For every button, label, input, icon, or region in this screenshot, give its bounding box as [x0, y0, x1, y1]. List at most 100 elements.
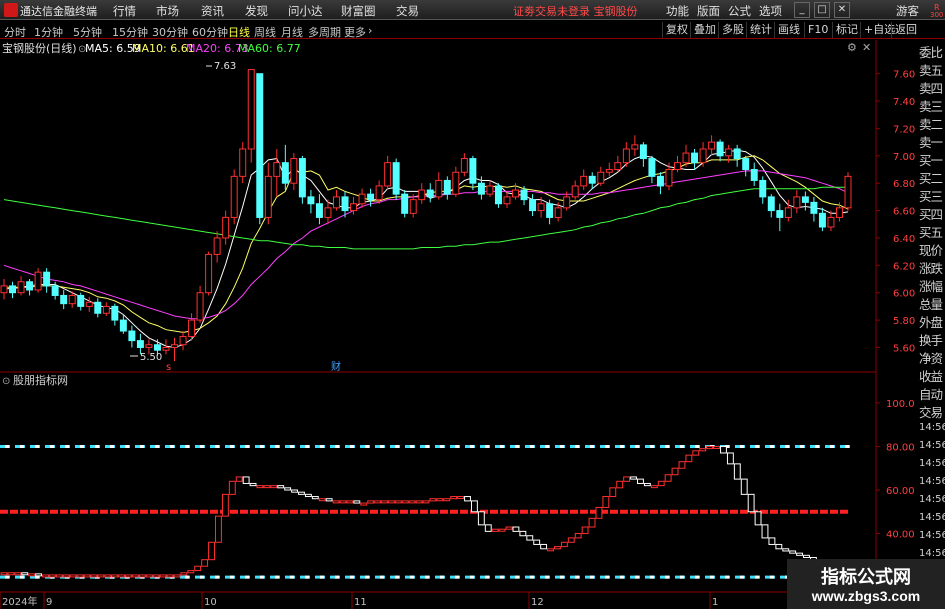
- stock-name[interactable]: 宝钢股份(日线): [2, 41, 77, 55]
- sidebar-item[interactable]: 自动: [919, 384, 943, 403]
- sidebar-item[interactable]: 净资: [919, 348, 943, 367]
- price-tick-label: 7.40: [893, 97, 915, 108]
- indicator-step: [381, 500, 388, 504]
- back-button[interactable]: 返回: [891, 22, 920, 38]
- sidebar-item[interactable]: 卖二: [919, 114, 943, 133]
- period-daily[interactable]: 日线: [228, 24, 250, 40]
- indicator-tick-label: 80.00: [886, 442, 915, 453]
- duogu-button[interactable]: 多股: [718, 22, 747, 38]
- menu-wenxiaoda[interactable]: 问小达: [288, 3, 323, 19]
- candle-body-down: [759, 179, 767, 198]
- title-bar: 通达信金融终端 行情 市场 资讯 发现 问小达 财富圈 交易 证劵交易未登录 宝…: [0, 0, 945, 20]
- huaxian-button[interactable]: 画线: [774, 22, 803, 38]
- minimize-button[interactable]: _: [794, 2, 810, 18]
- menu-hangqing[interactable]: 行情: [113, 3, 136, 19]
- f10-button[interactable]: F10: [804, 22, 831, 38]
- sidebar-300-label: 300: [930, 11, 944, 19]
- indicator-dropdown-icon[interactable]: ⊙: [2, 376, 10, 387]
- period-fenshi[interactable]: 分时: [4, 24, 26, 40]
- indicator-step: [505, 526, 513, 530]
- price-tick-label: 6.40: [893, 234, 915, 245]
- close-pane-icon[interactable]: ✕: [862, 41, 871, 54]
- close-button[interactable]: ✕: [834, 2, 850, 18]
- tongji-button[interactable]: 统计: [746, 22, 775, 38]
- chevron-right-icon[interactable]: ›: [368, 24, 372, 37]
- watermark: 指标公式网 www.zbgs3.com: [787, 559, 945, 609]
- menu-caifuquan[interactable]: 财富圈: [341, 3, 376, 19]
- sidebar-item[interactable]: 外盘: [919, 312, 943, 331]
- sidebar-item[interactable]: 委比: [919, 42, 943, 61]
- candle-body-down: [426, 189, 434, 198]
- indicator-step: [374, 500, 382, 504]
- sidebar-item[interactable]: 现价: [919, 240, 943, 259]
- app-title: 通达信金融终端: [20, 5, 97, 18]
- period-weekly[interactable]: 周线: [254, 24, 276, 40]
- indicator-step: [138, 574, 146, 578]
- trade-time: 14:56: [919, 458, 945, 469]
- period-monthly[interactable]: 月线: [281, 24, 303, 40]
- candle-body-down: [281, 162, 289, 184]
- price-tick-label: 6.60: [893, 207, 915, 218]
- candle-body-up: [835, 207, 843, 218]
- sidebar-item[interactable]: 涨幅: [919, 276, 943, 295]
- settings-icon[interactable]: ⚙: [847, 41, 857, 54]
- sidebar-item[interactable]: 收益: [919, 366, 943, 385]
- trade-time: 14:56: [919, 476, 945, 487]
- login-notice[interactable]: 证劵交易未登录 宝钢股份: [513, 3, 638, 19]
- period-30min[interactable]: 30分钟: [152, 24, 188, 40]
- indicator-step: [208, 541, 215, 561]
- candle-body-down: [639, 144, 647, 160]
- indicator-step: [111, 574, 119, 578]
- sidebar-item[interactable]: 买四: [919, 204, 943, 223]
- sidebar-item[interactable]: 交易: [919, 402, 943, 421]
- candle-body-up: [674, 162, 681, 171]
- indicator-step: [574, 533, 582, 539]
- period-multi[interactable]: 多周期: [308, 24, 341, 40]
- indicator-step: [125, 574, 132, 578]
- sidebar-item[interactable]: 总量: [919, 294, 943, 313]
- indicator-step: [76, 574, 84, 578]
- menu-zixun[interactable]: 资讯: [201, 3, 224, 19]
- indicator-step: [547, 548, 554, 552]
- menu-faxian[interactable]: 发现: [245, 3, 268, 19]
- sidebar-item[interactable]: 涨跌: [919, 258, 943, 277]
- menu-gongshi[interactable]: 公式: [728, 3, 751, 19]
- candle-body-down: [26, 281, 34, 291]
- sidebar-item[interactable]: 换手: [919, 330, 943, 349]
- menu-jiaoyi[interactable]: 交易: [396, 3, 419, 19]
- sidebar-item[interactable]: 卖五: [919, 60, 943, 79]
- candle-body-up: [68, 294, 76, 305]
- indicator-tick-label: 40.00: [886, 530, 915, 541]
- menu-shichang[interactable]: 市场: [156, 3, 179, 19]
- biaoji-button[interactable]: 标记: [832, 22, 861, 38]
- period-1min[interactable]: 1分钟: [34, 24, 63, 40]
- candle-body-up: [384, 162, 392, 187]
- sidebar-item[interactable]: 买五: [919, 222, 943, 241]
- candle-body-up: [350, 203, 358, 212]
- candle-body-down: [588, 175, 596, 184]
- period-15min[interactable]: 15分钟: [112, 24, 148, 40]
- period-5min[interactable]: 5分钟: [73, 24, 102, 40]
- fuquan-button[interactable]: 复权: [662, 22, 691, 38]
- menu-banmian[interactable]: 版面: [697, 3, 720, 19]
- sidebar-item[interactable]: 买二: [919, 168, 943, 187]
- period-more[interactable]: 更多: [344, 24, 366, 40]
- guest-label[interactable]: 游客: [896, 3, 919, 19]
- diejia-button[interactable]: 叠加: [690, 22, 719, 38]
- indicator-step: [429, 498, 437, 502]
- indicator-step: [291, 489, 298, 493]
- sidebar-item[interactable]: 卖一: [919, 132, 943, 151]
- maximize-button[interactable]: □: [814, 2, 830, 18]
- candle-body-up: [205, 253, 213, 294]
- sidebar-item[interactable]: 卖三: [919, 96, 943, 115]
- sidebar-item[interactable]: 买一: [919, 150, 943, 169]
- candle-body-down: [119, 319, 127, 332]
- sidebar-item[interactable]: 卖四: [919, 78, 943, 97]
- kline-chart[interactable]: 7.60 7.40 7.20 7.00 6.80 6.60 6.40 6.20 6.00 5.80…: [0, 40, 918, 609]
- candle-body-up: [239, 148, 247, 177]
- menu-xuanxiang[interactable]: 选项: [759, 3, 782, 19]
- indicator-name[interactable]: 股朋指标网: [13, 373, 68, 387]
- menu-gongneng[interactable]: 功能: [666, 3, 689, 19]
- period-60min[interactable]: 60分钟: [192, 24, 228, 40]
- sidebar-item[interactable]: 买三: [919, 186, 943, 205]
